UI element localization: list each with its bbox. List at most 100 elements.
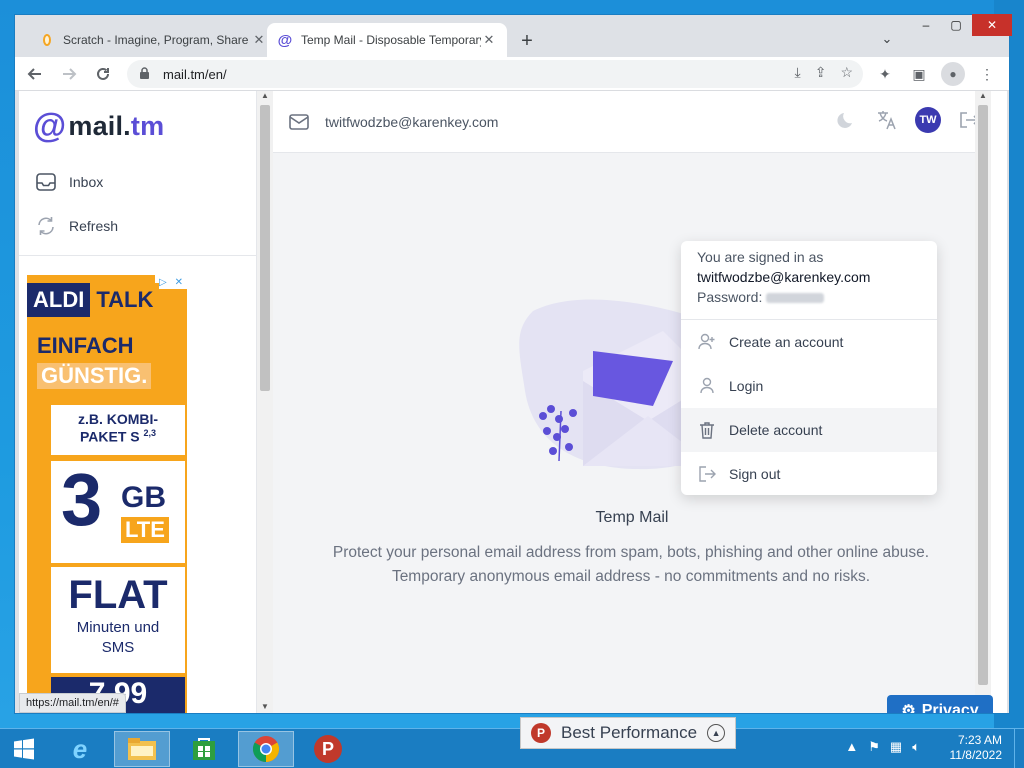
url-text: mail.tm/en/: [163, 66, 227, 82]
internet-explorer-icon[interactable]: e: [52, 731, 108, 767]
ad-package-sup: 2,3: [143, 427, 157, 438]
ad-flat-title: FLAT: [68, 573, 168, 617]
gear-icon: ⚙: [901, 703, 916, 713]
password-label: Password:: [697, 289, 763, 305]
show-desktop-button[interactable]: [1014, 729, 1024, 768]
inbox-icon: [35, 171, 57, 193]
translate-icon[interactable]: [875, 108, 899, 132]
store-icon[interactable]: [176, 731, 232, 767]
menu-item-create-account[interactable]: Create an account: [681, 320, 937, 364]
sidebar-item-label: Inbox: [69, 174, 104, 190]
clock-date: 11/8/2022: [949, 748, 1003, 762]
install-app-icon[interactable]: ⤓: [795, 64, 801, 81]
sidebar-scrollbar[interactable]: ▲ ▼: [257, 91, 273, 713]
privacy-button[interactable]: ⚙ Privacy: [887, 695, 993, 713]
main-header: twitfwodzbe@karenkey.com TW: [273, 91, 991, 153]
volume-icon[interactable]: 🔈︎: [912, 739, 920, 755]
bookmark-star-icon[interactable]: ☆: [840, 64, 853, 81]
sidebar-divider: [19, 255, 257, 256]
psiphon-icon[interactable]: P: [300, 731, 356, 767]
clock-time: 7:23 AM: [957, 733, 1002, 747]
current-email-address[interactable]: twitfwodzbe@karenkey.com: [325, 114, 498, 130]
sidebar-item-inbox[interactable]: Inbox: [35, 171, 103, 193]
menu-item-sign-out[interactable]: Sign out: [681, 452, 937, 496]
refresh-icon: [35, 215, 57, 237]
minimize-window-icon[interactable]: ‒: [912, 14, 940, 36]
system-tray: ▲ ⚑ ▦ 🔈︎: [845, 739, 920, 755]
ad-slogan-line2: GÜNSTIG.: [37, 363, 152, 389]
address-bar[interactable]: mail.tm/en/ ⤓ ⇪ ☆: [127, 60, 863, 88]
logo-at: @: [33, 107, 67, 145]
menu-item-label: Sign out: [729, 466, 781, 482]
mailtm-logo[interactable]: @ mail. tm: [33, 109, 164, 143]
trash-icon: [697, 420, 717, 440]
sidebar-item-refresh[interactable]: Refresh: [35, 215, 118, 237]
network-icon[interactable]: ▦: [890, 739, 902, 755]
back-arrow-icon[interactable]: [21, 60, 49, 88]
status-url: https://mail.tm/en/#: [19, 693, 126, 713]
signed-in-info: You are signed in as twitfwodzbe@karenke…: [681, 241, 937, 317]
lock-icon: [139, 67, 153, 81]
menu-item-delete-account[interactable]: Delete account: [681, 408, 937, 452]
menu-item-label: Delete account: [729, 422, 823, 438]
ad-flat-line2: SMS: [101, 638, 135, 656]
profile-avatar-icon[interactable]: ●: [941, 62, 965, 86]
close-window-icon[interactable]: ✕: [972, 14, 1012, 36]
ad-package-line2: PAKET S: [79, 428, 140, 445]
system-clock[interactable]: 7:23 AM 11/8/2022: [950, 733, 1003, 763]
user-avatar[interactable]: TW: [915, 107, 941, 133]
close-tab-icon[interactable]: ✕: [251, 32, 267, 48]
close-tab-icon[interactable]: ✕: [481, 32, 497, 48]
tab-search-chevron-icon[interactable]: ⌄: [877, 29, 897, 49]
forward-arrow-icon[interactable]: [55, 60, 83, 88]
web-page: @ mail. tm Inbox Refresh ▷ ✕ ALDI TALK E…: [19, 91, 1007, 713]
side-panel-icon[interactable]: ▣: [907, 62, 931, 86]
best-performance-banner[interactable]: P Best Performance ▲: [520, 717, 736, 749]
mailtm-favicon-icon: @: [277, 31, 293, 49]
psiphon-small-icon: P: [531, 723, 551, 743]
ad-box-data: 3 GB LTE: [51, 461, 185, 563]
ad-choices-icon[interactable]: ▷: [159, 277, 167, 288]
share-icon[interactable]: ⇪: [815, 64, 827, 81]
browser-toolbar: mail.tm/en/ ⤓ ⇪ ☆ ✦ ▣ ● ⋮: [15, 57, 1009, 91]
user-icon: [697, 376, 717, 396]
menu-item-login[interactable]: Login: [681, 364, 937, 408]
password-value-blurred[interactable]: [766, 293, 825, 304]
banner-text: Best Performance: [561, 723, 698, 742]
sidebar-scroll-thumb[interactable]: [260, 105, 270, 391]
maximize-window-icon[interactable]: ▢: [942, 14, 970, 36]
menu-kebab-icon[interactable]: ⋮: [975, 62, 999, 86]
account-dropdown-menu: You are signed in as twitfwodzbe@karenke…: [681, 241, 937, 495]
extensions-puzzle-icon[interactable]: ✦: [873, 62, 897, 86]
file-explorer-icon[interactable]: [114, 731, 170, 767]
chrome-icon[interactable]: [238, 731, 294, 767]
new-tab-button[interactable]: +: [513, 27, 541, 55]
sidebar: @ mail. tm Inbox Refresh ▷ ✕ ALDI TALK E…: [19, 91, 257, 713]
scroll-up-arrow-icon[interactable]: ▲: [979, 91, 987, 100]
menu-item-label: Login: [729, 378, 764, 394]
scroll-up-arrow-icon[interactable]: ▲: [261, 91, 269, 100]
reload-icon[interactable]: [89, 60, 117, 88]
tab-strip: Scratch - Imagine, Program, Share ✕ @ Te…: [15, 14, 1012, 57]
tab-temp-mail[interactable]: @ Temp Mail - Disposable Temporary Email…: [267, 23, 507, 57]
ad-data-amount: 3: [61, 458, 103, 541]
action-center-flag-icon[interactable]: ⚑: [868, 739, 880, 755]
windows-start-icon[interactable]: [4, 731, 44, 767]
ad-brand-aldi: ALDI: [27, 283, 91, 317]
aldi-talk-ad[interactable]: ▷ ✕ ALDI TALK EINFACH GÜNSTIG. z.B. KOMB…: [27, 275, 187, 713]
ad-close-icon[interactable]: ✕: [175, 277, 183, 288]
scroll-down-arrow-icon[interactable]: ▼: [261, 702, 269, 711]
scratch-favicon-icon: [39, 32, 55, 48]
chevron-up-icon[interactable]: ▲: [707, 724, 726, 742]
menu-item-label: Create an account: [729, 334, 844, 350]
tray-overflow-chevron-icon[interactable]: ▲: [845, 739, 858, 755]
tab-scratch[interactable]: Scratch - Imagine, Program, Share ✕: [29, 23, 277, 57]
dark-mode-moon-icon[interactable]: [835, 108, 859, 132]
ad-data-type: LTE: [121, 517, 169, 543]
empty-state-description: Protect your personal email address from…: [332, 544, 930, 586]
main-scroll-thumb[interactable]: [978, 105, 988, 685]
tab-title: Scratch - Imagine, Program, Share: [63, 33, 249, 47]
ad-choices[interactable]: ▷ ✕: [155, 275, 187, 289]
ad-package-line1: z.B. KOMBI-: [77, 411, 159, 427]
main-scrollbar[interactable]: ▲ ▼: [975, 91, 991, 713]
